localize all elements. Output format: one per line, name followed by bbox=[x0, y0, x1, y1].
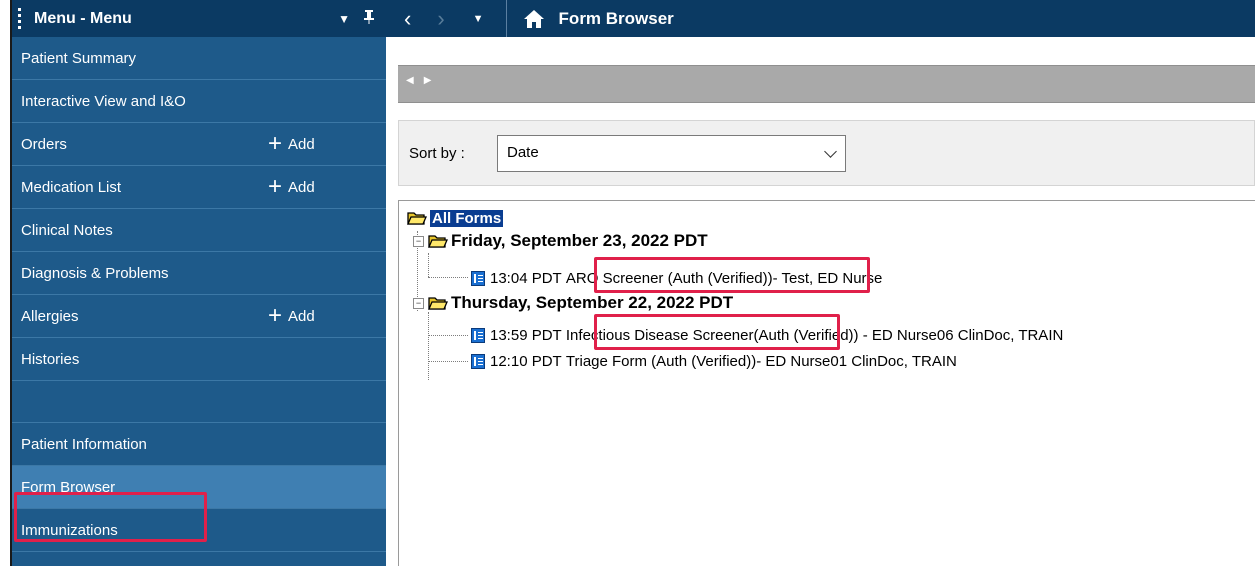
tree-connector bbox=[428, 335, 468, 336]
form-time: 13:04 PDT bbox=[490, 269, 562, 287]
sidebar-item-label: Orders bbox=[21, 135, 67, 153]
highlight-infectious-disease-screener bbox=[594, 314, 840, 350]
pager-prev-icon[interactable]: ◀ bbox=[406, 75, 414, 86]
tree-connector bbox=[428, 361, 468, 362]
sidebar-header: Menu - Menu ▼ bbox=[12, 0, 386, 37]
tree-root-label: All Forms bbox=[430, 209, 504, 227]
form-document-icon bbox=[471, 353, 485, 369]
tree-connector bbox=[428, 277, 468, 278]
sort-label: Sort by : bbox=[409, 145, 465, 162]
sidebar-item-label: Patient Information bbox=[21, 435, 147, 453]
add-medication-button[interactable]: + Add bbox=[268, 173, 315, 200]
sort-value: Date bbox=[507, 144, 539, 161]
form-time: 12:10 PDT bbox=[490, 352, 562, 370]
sidebar-item-patient-information[interactable]: Patient Information bbox=[12, 423, 386, 466]
pin-icon[interactable] bbox=[364, 10, 374, 27]
form-document-icon bbox=[471, 270, 485, 286]
collapse-icon[interactable]: − bbox=[413, 235, 424, 247]
forward-icon[interactable]: › bbox=[437, 7, 444, 30]
plus-icon: + bbox=[268, 302, 283, 329]
sidebar-item-clinical-notes[interactable]: Clinical Notes bbox=[12, 209, 386, 252]
title-bar: ‹ › ▼ Form Browser bbox=[386, 0, 1255, 37]
tree-group-day[interactable]: − Thursday, September 22, 2022 PDT bbox=[413, 293, 733, 313]
form-tree: All Forms − Friday, September 23, 2022 P… bbox=[398, 200, 1255, 566]
drag-handle-icon[interactable] bbox=[18, 8, 26, 29]
folder-open-icon bbox=[407, 211, 427, 225]
plus-icon: + bbox=[268, 173, 283, 200]
sidebar-item-interactive-view[interactable]: Interactive View and I&O bbox=[12, 80, 386, 123]
form-document-icon bbox=[471, 327, 485, 343]
form-name: Triage Form (Auth (Verified)) bbox=[565, 352, 757, 370]
tree-group-day[interactable]: − Friday, September 23, 2022 PDT bbox=[413, 231, 708, 251]
add-orders-button[interactable]: + Add bbox=[268, 130, 315, 157]
tree-connector bbox=[428, 312, 429, 380]
sidebar-item-label: Patient Summary bbox=[21, 49, 137, 67]
sidebar-item-orders[interactable]: Orders + Add bbox=[12, 123, 386, 166]
sidebar-menu: Menu - Menu ▼ Patient Summary Interactiv… bbox=[12, 0, 386, 566]
highlight-form-browser bbox=[14, 492, 207, 542]
tree-root[interactable]: All Forms bbox=[407, 208, 504, 228]
page-title: Form Browser bbox=[558, 8, 674, 28]
sidebar-item-label: Allergies bbox=[21, 307, 79, 325]
home-icon[interactable] bbox=[523, 9, 545, 29]
collapse-icon[interactable]: − bbox=[413, 297, 424, 309]
sidebar-item-allergies[interactable]: Allergies + Add bbox=[12, 295, 386, 338]
sort-select[interactable]: Date bbox=[497, 135, 846, 172]
dropdown-icon[interactable]: ▼ bbox=[338, 12, 350, 26]
sidebar-item-label: Diagnosis & Problems bbox=[21, 264, 169, 282]
divider bbox=[505, 0, 507, 37]
form-entry[interactable]: 12:10 PDT Triage Form (Auth (Verified)) … bbox=[471, 351, 957, 371]
back-icon[interactable]: ‹ bbox=[404, 7, 411, 30]
history-dropdown-icon[interactable]: ▼ bbox=[473, 13, 484, 25]
form-detail: - ED Nurse01 ClinDoc, TRAIN bbox=[756, 352, 957, 370]
highlight-aro-screener bbox=[594, 257, 870, 293]
sort-bar: Sort by : Date bbox=[398, 120, 1255, 186]
sidebar-item-medication-list[interactable]: Medication List + Add bbox=[12, 166, 386, 209]
day-group-label: Thursday, September 22, 2022 PDT bbox=[451, 293, 734, 312]
sidebar-spacer bbox=[12, 381, 386, 423]
folder-open-icon bbox=[428, 296, 448, 310]
sidebar-item-patient-summary[interactable]: Patient Summary bbox=[12, 37, 386, 80]
add-allergies-button[interactable]: + Add bbox=[268, 302, 315, 329]
chevron-down-icon bbox=[824, 145, 837, 158]
sidebar-title: Menu - Menu bbox=[34, 9, 132, 27]
sidebar-item-diagnosis-problems[interactable]: Diagnosis & Problems bbox=[12, 252, 386, 295]
pager-next-icon[interactable]: ▶ bbox=[424, 75, 432, 86]
form-time: 13:59 PDT bbox=[490, 326, 562, 344]
sidebar-item-label: Medication List bbox=[21, 178, 122, 196]
sidebar-item-label: Histories bbox=[21, 350, 80, 368]
tree-connector bbox=[428, 253, 429, 277]
sidebar-item-label: Interactive View and I&O bbox=[21, 92, 186, 110]
sidebar-item-histories[interactable]: Histories bbox=[12, 338, 386, 381]
folder-open-icon bbox=[428, 234, 448, 248]
plus-icon: + bbox=[268, 130, 283, 157]
form-pager-bar: ◀ ▶ bbox=[398, 65, 1255, 103]
day-group-label: Friday, September 23, 2022 PDT bbox=[451, 231, 708, 250]
sidebar-item-label: Clinical Notes bbox=[21, 221, 113, 239]
